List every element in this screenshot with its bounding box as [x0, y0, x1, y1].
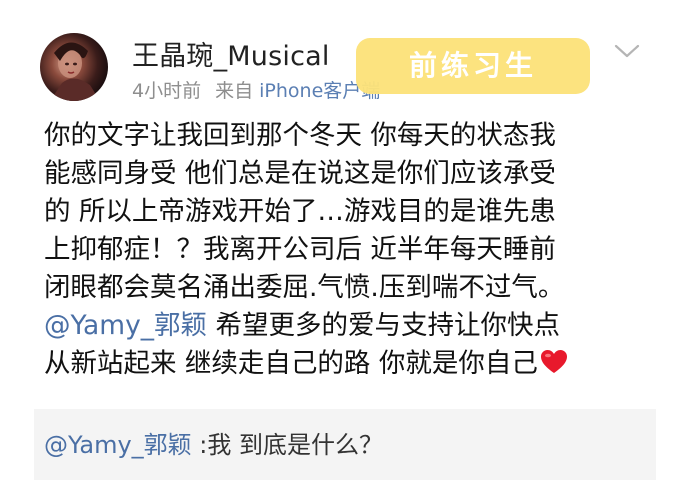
post-body: 你的文字让我回到那个冬天 你每天的状态我 能感同身受 他们总是在说这是你们应该承… — [44, 117, 654, 386]
quoted-mention-link[interactable]: @Yamy_郭颖 — [44, 431, 192, 459]
body-line: 能感同身受 他们总是在说这是你们应该承受 — [44, 158, 556, 189]
quoted-body: :我 到底是什么？ — [191, 431, 383, 459]
chevron-down-icon[interactable] — [612, 40, 642, 62]
body-line-mention: @Yamy_郭颖 希望更多的爱与支持让你快点 — [44, 307, 654, 345]
source-prefix: 来自 — [215, 80, 254, 102]
red-heart-icon — [540, 348, 568, 386]
post-time: 4小时前 — [132, 80, 202, 102]
body-line-last: 从新站起来 继续走自己的路 你就是你自己 — [44, 345, 654, 386]
body-line: 闭眼都会莫名涌出委屈.气愤.压到喘不过气。 — [44, 272, 565, 303]
mention-line-text: 希望更多的爱与支持让你快点 — [207, 310, 560, 341]
author-avatar[interactable] — [40, 33, 108, 101]
body-line: 的 所以上帝游戏开始了…游戏目的是谁先患 — [44, 196, 556, 227]
avatar-photo-icon — [50, 42, 100, 101]
watermark-label: 前练习生 — [356, 38, 590, 94]
post-meta: 4小时前 来自 iPhone客户端 — [132, 76, 380, 103]
body-line: 上抑郁症！？我离开公司后 近半年每天睡前 — [44, 234, 556, 265]
quoted-post[interactable]: @Yamy_郭颖 :我 到底是什么？ — [34, 409, 656, 480]
mention-link[interactable]: @Yamy_郭颖 — [44, 310, 207, 341]
author-name[interactable]: 王晶琬_Musical — [132, 34, 330, 73]
body-line: 你的文字让我回到那个冬天 你每天的状态我 — [44, 120, 556, 151]
last-line-text: 从新站起来 继续走自己的路 你就是你自己 — [44, 348, 538, 379]
quoted-text: @Yamy_郭颖 :我 到底是什么？ — [44, 425, 383, 460]
weibo-post-card: 王晶琬_Musical 4小时前 来自 iPhone客户端 前练习生 你的文字让我… — [0, 0, 690, 480]
